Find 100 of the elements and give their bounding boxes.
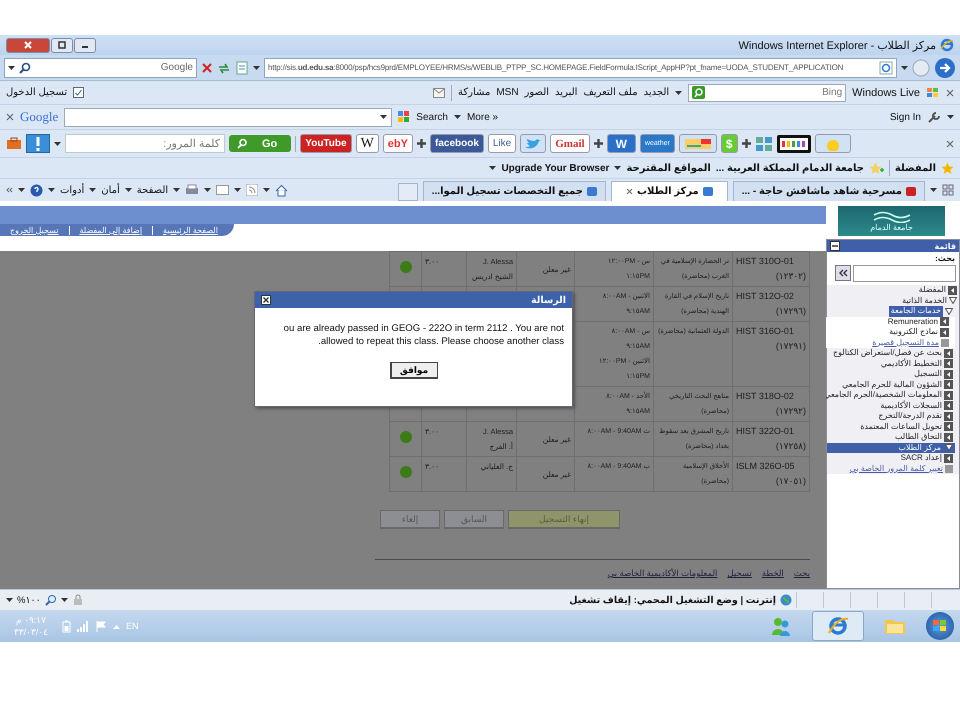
app-button[interactable]: W bbox=[606, 134, 636, 153]
toolbar-link[interactable]: البريد bbox=[555, 87, 578, 98]
command-menu[interactable]: أمان bbox=[101, 184, 120, 196]
header-link[interactable]: إضافة إلى المفضلة bbox=[80, 226, 142, 234]
stop-icon[interactable] bbox=[201, 62, 213, 74]
collapsed-arrow-icon[interactable] bbox=[944, 380, 953, 390]
collapsed-arrow-icon[interactable] bbox=[944, 370, 953, 379]
app-button[interactable]: W bbox=[356, 134, 379, 153]
collapsed-arrow-icon[interactable] bbox=[944, 401, 953, 410]
menu-item[interactable]: خدمات الجامعة bbox=[888, 306, 943, 316]
printer-icon[interactable] bbox=[185, 184, 200, 196]
toolbar-link[interactable]: مشاركة bbox=[458, 87, 490, 98]
favorites-button[interactable]: المفضلة bbox=[894, 162, 936, 174]
dropdown-caret-icon[interactable] bbox=[48, 188, 55, 192]
browser-tab[interactable]: جميع التخصصات تسجيل الموا... bbox=[422, 181, 606, 201]
dropdown-caret-icon[interactable] bbox=[263, 188, 270, 192]
dropdown-caret-icon[interactable] bbox=[454, 115, 461, 119]
app-button[interactable]: Gmail bbox=[550, 134, 590, 153]
address-field[interactable]: http://sis.ud.edu.sa:8000/psp/hcs9prd/EMPLOYEE/HRMS/s/WEBLIB_PTPP_SC.HOMEPAGE.FieldFormula.IScript_AppHP?pt_fname=UODA_STUDENT_APPLICATION bbox=[264, 58, 897, 78]
footer-link[interactable]: بحث bbox=[794, 568, 810, 579]
close-icon[interactable] bbox=[261, 295, 271, 305]
dropdown-caret-icon[interactable] bbox=[8, 66, 15, 70]
envelope-icon[interactable] bbox=[216, 185, 230, 195]
help-icon[interactable] bbox=[30, 184, 43, 196]
dropdown-caret-icon[interactable] bbox=[124, 188, 132, 192]
envelope-icon[interactable] bbox=[433, 88, 446, 98]
menu-link[interactable]: مدة التسجيل قصيرة bbox=[872, 338, 939, 348]
course-code[interactable]: HIST 316O-01 bbox=[736, 324, 806, 339]
dropdown-caret-icon[interactable] bbox=[173, 188, 180, 192]
dropdown-caret-icon[interactable] bbox=[204, 188, 212, 192]
menu-item[interactable]: المعلومات الشخصية/الحرم الجامعي bbox=[824, 390, 942, 400]
start-button[interactable] bbox=[926, 612, 954, 640]
toolbar-link[interactable]: MSN bbox=[496, 87, 519, 98]
toolbar-link[interactable]: ملف التعريف bbox=[583, 87, 638, 98]
rss-icon[interactable] bbox=[246, 184, 258, 196]
menu-search-field[interactable] bbox=[853, 265, 956, 282]
dropdown-caret-icon[interactable] bbox=[930, 188, 937, 192]
briefcase-icon[interactable] bbox=[6, 137, 22, 150]
search-field[interactable] bbox=[64, 108, 392, 126]
collapsed-arrow-icon[interactable] bbox=[944, 422, 953, 432]
go-button[interactable]: Go bbox=[229, 135, 292, 152]
home-icon[interactable] bbox=[275, 184, 288, 196]
app-button[interactable] bbox=[678, 134, 717, 153]
dropdown-caret-icon[interactable] bbox=[675, 90, 682, 94]
course-code[interactable]: HIST 310O-01 bbox=[736, 254, 806, 269]
footer-link[interactable]: الخطة bbox=[762, 568, 784, 579]
menu-link[interactable]: تغيير كلمة المرور الخاصة بي bbox=[850, 464, 943, 474]
star-icon[interactable] bbox=[941, 162, 954, 174]
course-code[interactable]: HIST 312O-02 bbox=[736, 289, 806, 304]
sign-in-link[interactable]: Sign In bbox=[890, 112, 921, 122]
compatibility-view-icon[interactable] bbox=[235, 60, 249, 74]
dropdown-caret-icon[interactable] bbox=[234, 188, 242, 192]
search-button[interactable]: Search bbox=[416, 112, 448, 122]
taskbar-button[interactable] bbox=[812, 611, 864, 641]
collapsed-arrow-icon[interactable] bbox=[944, 359, 953, 368]
collapse-icon[interactable] bbox=[830, 241, 840, 251]
command-menu[interactable]: أدوات bbox=[60, 184, 84, 196]
dropdown-caret-icon[interactable] bbox=[489, 166, 496, 170]
favorite-link[interactable]: Upgrade Your Browser bbox=[501, 162, 610, 174]
menu-item[interactable]: بحث عن فصل/استعراض الكتالوج bbox=[833, 348, 942, 358]
search-button[interactable] bbox=[835, 265, 851, 281]
menu-item[interactable]: الخدمة الذاتية bbox=[902, 296, 947, 306]
footer-link[interactable]: المعلومات الأكاديمية الخاصة بي bbox=[608, 568, 718, 579]
search-field[interactable]: Bing bbox=[688, 84, 846, 102]
header-link[interactable]: الصفحة الرئيسية bbox=[163, 226, 218, 234]
minimize-button[interactable] bbox=[74, 38, 96, 52]
checkbox-icon[interactable] bbox=[73, 87, 84, 98]
search-icon[interactable] bbox=[692, 86, 706, 99]
menu-item[interactable]: السجلات الأكاديمية bbox=[880, 400, 942, 411]
plus-icon[interactable] bbox=[594, 139, 603, 148]
footer-link[interactable]: تسجيل bbox=[727, 568, 752, 579]
browser-tab[interactable]: مسرحية شاهد ماشافش حاجة - ... bbox=[732, 181, 925, 201]
dropdown-caret-icon[interactable] bbox=[380, 115, 388, 119]
dropdown-caret-icon[interactable] bbox=[18, 188, 25, 192]
menu-item[interactable]: المفضلة bbox=[918, 285, 946, 296]
course-code[interactable]: HIST 318O-02 bbox=[736, 389, 806, 404]
zoom-icon[interactable] bbox=[44, 594, 57, 606]
dropdown-caret-icon[interactable] bbox=[54, 142, 61, 146]
menu-item[interactable]: نماذج الكترونية bbox=[889, 327, 938, 338]
search-field[interactable]: Google bbox=[4, 58, 197, 78]
password-field[interactable]: كلمة المرور: bbox=[65, 134, 225, 153]
menu-item[interactable]: التخطيط الأكاديمي bbox=[880, 358, 942, 369]
close-icon[interactable] bbox=[626, 188, 633, 195]
alert-button[interactable] bbox=[26, 134, 50, 153]
header-link[interactable]: تسجيل الخروج bbox=[10, 226, 58, 234]
chevron-icon[interactable] bbox=[6, 187, 13, 193]
collapsed-arrow-icon[interactable] bbox=[940, 317, 949, 326]
quick-tabs-icon[interactable] bbox=[942, 184, 954, 196]
back-button-icon[interactable] bbox=[934, 56, 956, 78]
expanded-triangle-icon[interactable] bbox=[949, 297, 957, 304]
dropdown-caret-icon[interactable] bbox=[89, 188, 96, 192]
collapsed-arrow-icon[interactable] bbox=[944, 412, 953, 421]
browser-tab[interactable]: مركز الطلاب bbox=[610, 181, 728, 201]
dropdown-caret-icon[interactable] bbox=[60, 598, 68, 602]
menu-item[interactable]: تحويل الساعات المعتمدة bbox=[860, 422, 942, 432]
command-menu[interactable]: الصفحة bbox=[136, 184, 168, 196]
toolbar-link[interactable]: الجديد bbox=[644, 87, 670, 98]
dotted-panel-icon[interactable] bbox=[776, 134, 811, 152]
wrench-icon[interactable] bbox=[927, 111, 941, 123]
dropdown-caret-icon[interactable] bbox=[253, 66, 260, 70]
